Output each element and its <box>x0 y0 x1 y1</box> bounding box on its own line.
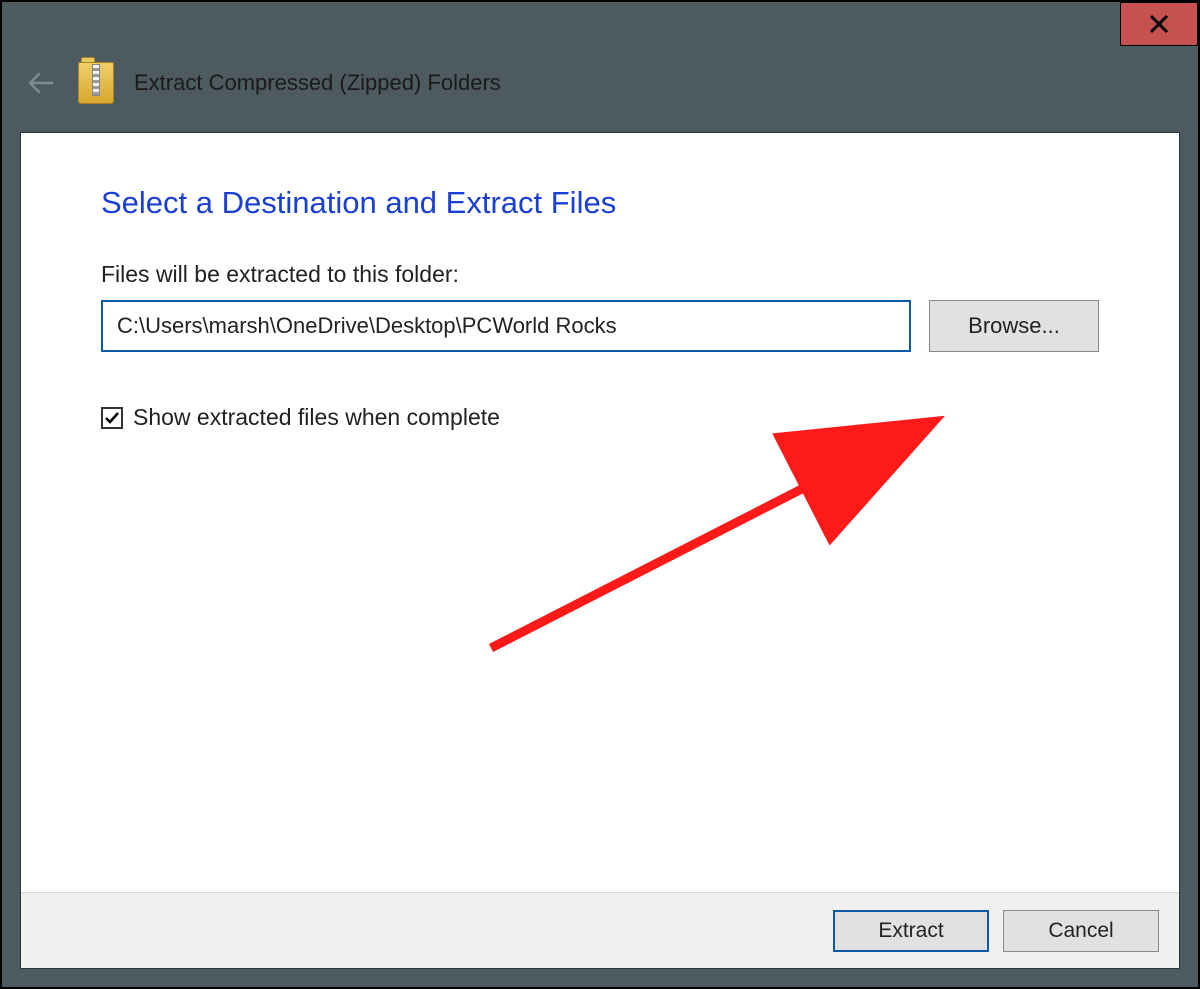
close-icon <box>1149 14 1169 34</box>
destination-path-input[interactable] <box>101 300 911 352</box>
back-button[interactable] <box>24 66 58 100</box>
path-label: Files will be extracted to this folder: <box>101 261 1099 288</box>
cancel-button[interactable]: Cancel <box>1003 910 1159 952</box>
annotation-arrow-icon <box>461 408 961 668</box>
browse-button[interactable]: Browse... <box>929 300 1099 352</box>
dialog-body: Select a Destination and Extract Files F… <box>21 133 1179 892</box>
show-files-checkbox-label: Show extracted files when complete <box>133 404 500 431</box>
extract-button[interactable]: Extract <box>833 910 989 952</box>
window-title: Extract Compressed (Zipped) Folders <box>134 70 501 96</box>
page-heading: Select a Destination and Extract Files <box>101 185 1099 221</box>
dialog-footer: Extract Cancel <box>21 892 1179 968</box>
titlebar: Extract Compressed (Zipped) Folders <box>24 58 1176 108</box>
content-panel: Select a Destination and Extract Files F… <box>20 132 1180 969</box>
zip-folder-icon <box>78 62 114 104</box>
path-row: Browse... <box>101 300 1099 352</box>
close-button[interactable] <box>1120 2 1198 46</box>
checkmark-icon <box>104 410 120 426</box>
dialog-window: Extract Compressed (Zipped) Folders Sele… <box>0 0 1200 989</box>
back-arrow-icon <box>25 67 57 99</box>
show-files-checkbox-row: Show extracted files when complete <box>101 404 1099 431</box>
show-files-checkbox[interactable] <box>101 407 123 429</box>
